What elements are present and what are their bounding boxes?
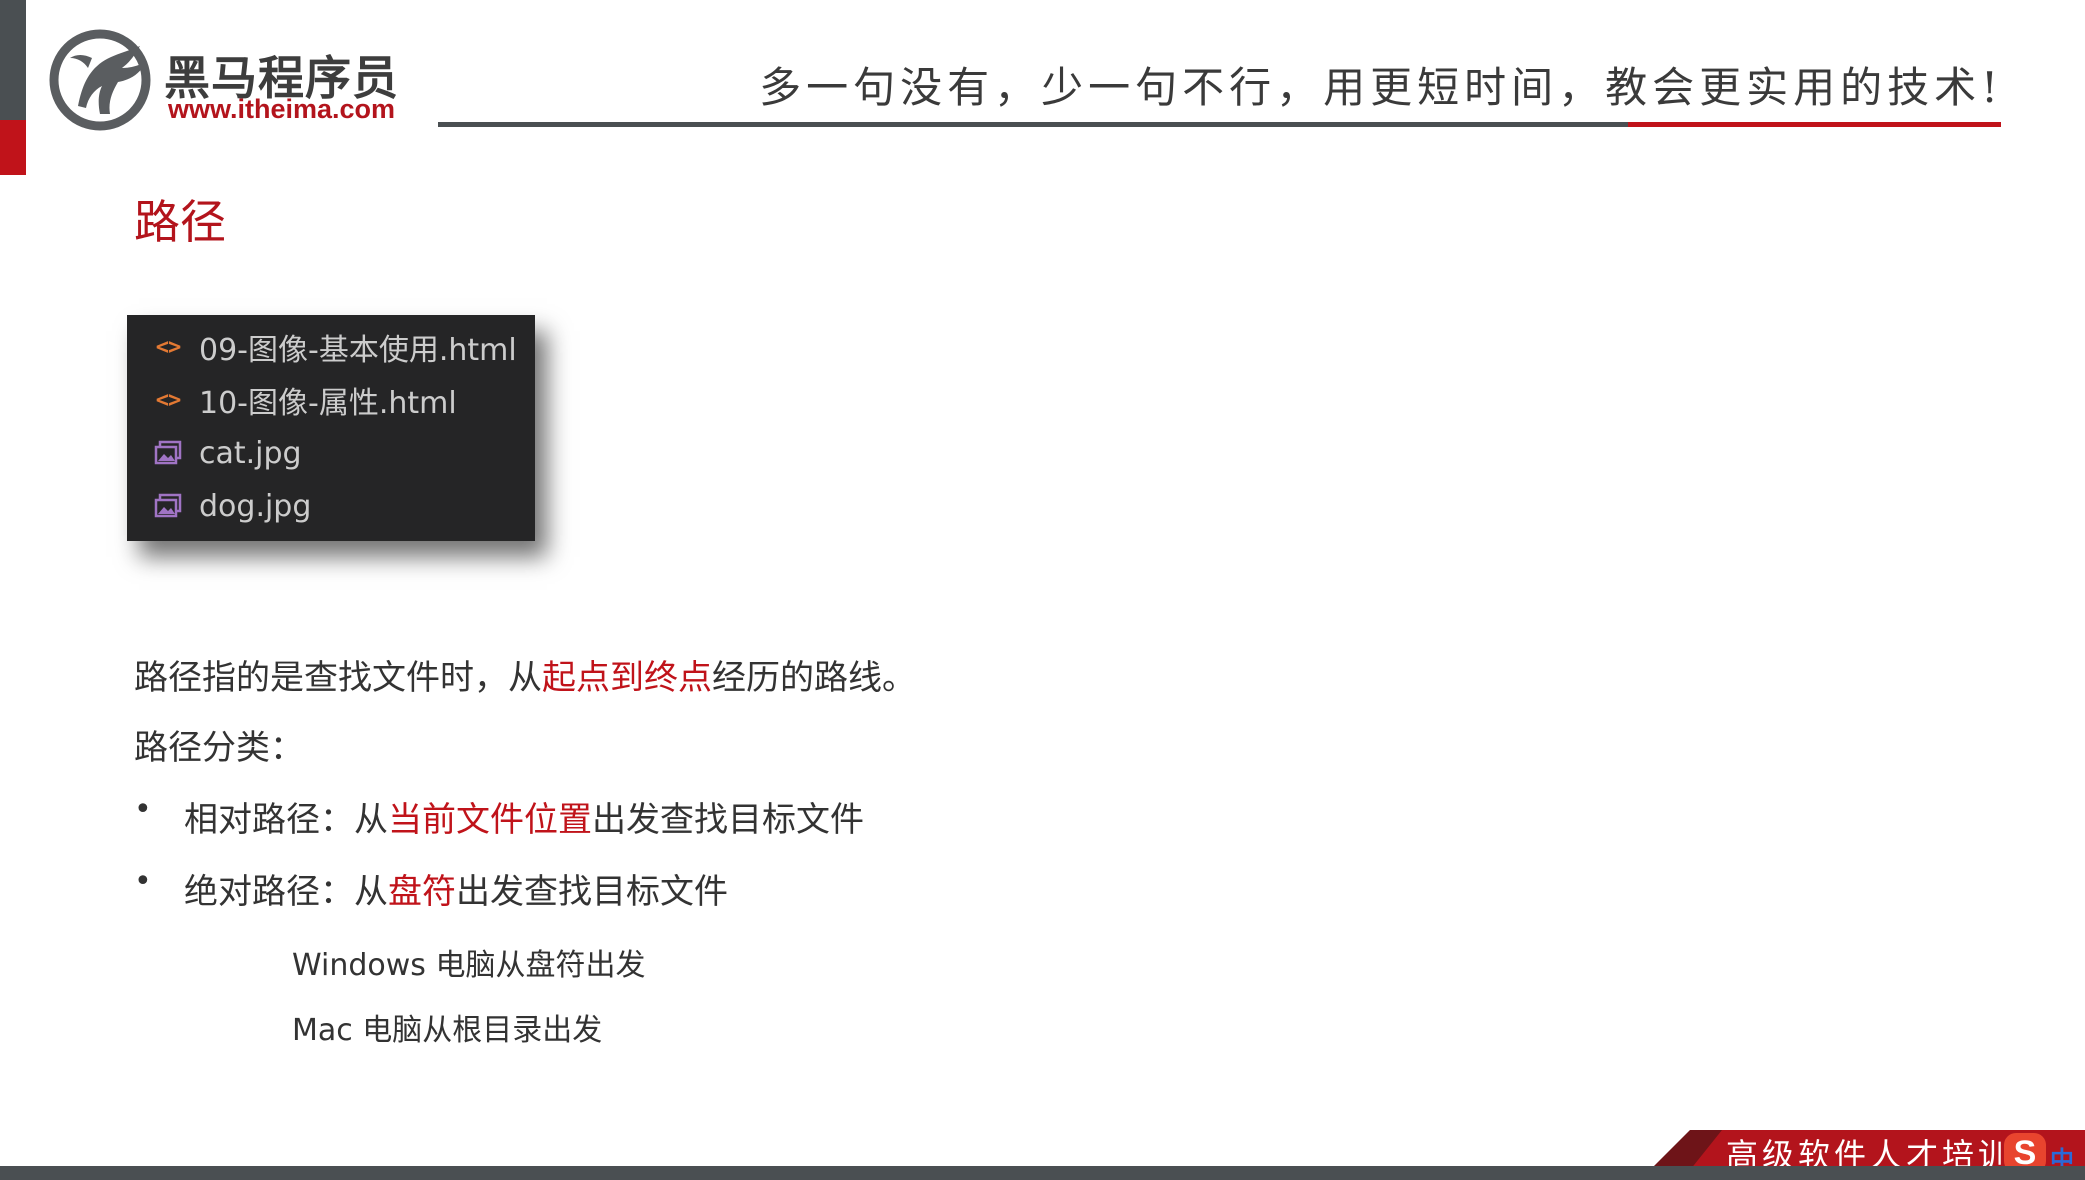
file-item[interactable]: dog.jpg [153, 484, 311, 528]
note-windows: Windows 电脑从盘符出发 [292, 948, 646, 983]
slide: 黑马程序员 www.itheima.com 多一句没有，少一句不行，用更短时间，… [0, 0, 2085, 1180]
file-item[interactable]: <> 09-图像-基本使用.html [153, 325, 517, 369]
file-name: dog.jpg [199, 488, 312, 524]
bullet-text: 相对路径：从当前文件位置出发查找目标文件 [184, 792, 864, 841]
file-item[interactable]: <> 10-图像-属性.html [153, 378, 457, 422]
html-code-icon: <> [155, 334, 181, 360]
html-code-icon: <> [155, 387, 181, 413]
bullet-text-after: 出发查找目标文件 [456, 872, 728, 912]
definition-text-after: 经历的路线。 [712, 658, 916, 698]
file-explorer-panel: <> 09-图像-基本使用.html <> 10-图像-属性.html cat.… [127, 315, 535, 541]
brand-logo: 黑马程序员 www.itheima.com [48, 28, 408, 138]
slogan: 多一句没有，少一句不行，用更短时间，教会更实用的技术! [759, 63, 2003, 112]
note-mac: Mac 电脑从根目录出发 [292, 1013, 603, 1048]
bullet-text-before: 绝对路径：从 [184, 872, 388, 912]
bullet-text-after: 出发查找目标文件 [592, 800, 864, 840]
path-definition: 路径指的是查找文件时，从起点到终点经历的路线。 [134, 650, 916, 699]
header-rule-gray [438, 122, 1628, 127]
footer-bar [0, 1166, 2085, 1180]
bullet-highlight: 盘符 [388, 872, 456, 912]
file-item[interactable]: cat.jpg [153, 431, 302, 475]
category-heading: 路径分类： [134, 728, 304, 768]
file-name: 10-图像-属性.html [199, 386, 457, 421]
bullet-text-before: 相对路径：从 [184, 800, 388, 840]
page-title: 路径 [134, 195, 226, 249]
image-file-icon [153, 491, 183, 521]
bullet-text: 绝对路径：从盘符出发查找目标文件 [184, 864, 728, 913]
file-name: 09-图像-基本使用.html [199, 333, 517, 368]
definition-highlight: 起点到终点 [542, 658, 712, 698]
edge-accent-dark [0, 0, 26, 120]
file-name: cat.jpg [199, 435, 302, 471]
edge-accent-red [0, 120, 26, 175]
bullet-icon: • [134, 792, 152, 827]
horse-logo-icon [49, 29, 151, 131]
logo-url: www.itheima.com [168, 94, 396, 124]
bullet-highlight: 当前文件位置 [388, 800, 592, 840]
image-file-icon [153, 438, 183, 468]
header-rule-red [1628, 122, 2001, 127]
definition-text-before: 路径指的是查找文件时，从 [134, 658, 542, 698]
bullet-icon: • [134, 864, 152, 899]
